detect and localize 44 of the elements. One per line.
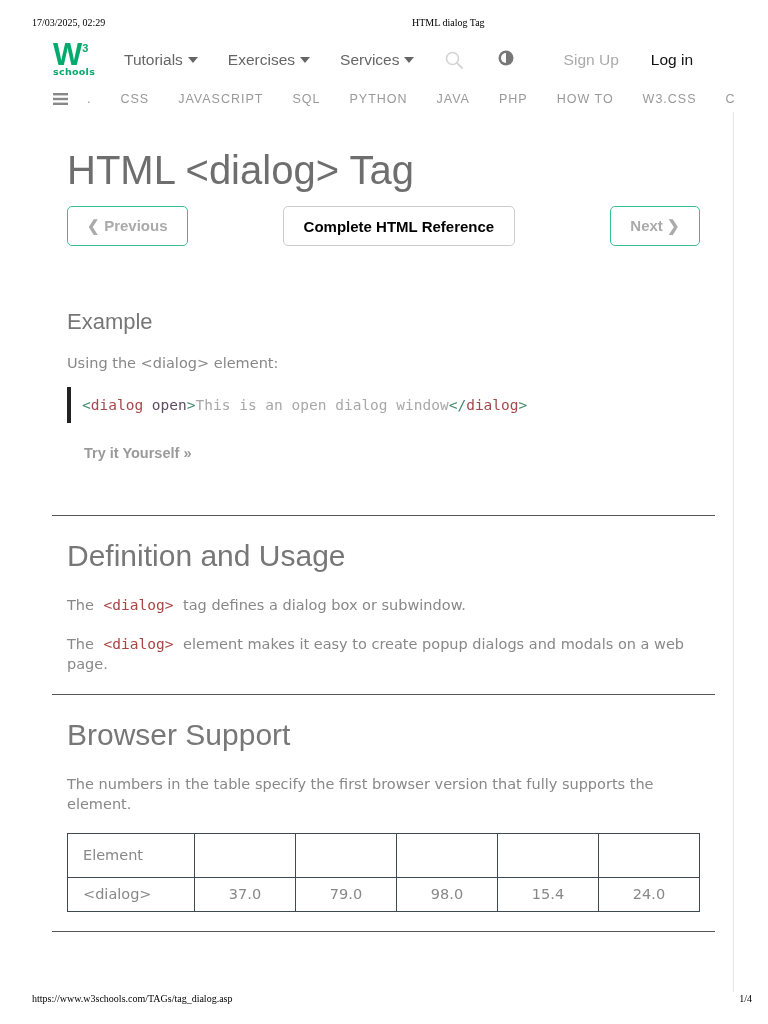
table-header-cell: Element xyxy=(67,833,195,877)
print-title: HTML dialog Tag xyxy=(412,16,486,30)
section-heading: Definition and Usage xyxy=(67,538,347,574)
reference-button[interactable]: Complete HTML Reference xyxy=(282,206,516,246)
topic-link[interactable]: JAVASCRIPT xyxy=(178,92,264,106)
log-in-link[interactable]: Log in xyxy=(650,51,693,69)
topic-link[interactable]: PHP xyxy=(498,92,528,106)
table-cell: 37.0 xyxy=(194,877,296,911)
caret-icon xyxy=(300,57,311,63)
section-heading: Example xyxy=(67,308,154,336)
previous-button[interactable]: ❮ Previous xyxy=(67,206,188,246)
contrast-icon[interactable] xyxy=(498,49,515,66)
page-number: 1/4 xyxy=(739,992,752,1006)
code-block: <dialog open>This is an open dialog window</dialog> xyxy=(67,387,700,423)
topic-link[interactable]: C xyxy=(725,92,736,106)
topic-link[interactable]: W3.CSS xyxy=(642,92,697,106)
try-it-link[interactable]: Try it Yourself » xyxy=(84,443,192,463)
page-title: HTML <dialog> Tag xyxy=(67,147,415,194)
table-cell: 24.0 xyxy=(598,877,700,911)
topic-link[interactable]: SQL xyxy=(292,92,321,106)
paragraph: The <dialog> tag defines a dialog box or subwindow. xyxy=(67,596,467,615)
table-cell: 15.4 xyxy=(497,877,599,911)
table-cell: <dialog> xyxy=(67,877,195,911)
topic-link[interactable]: CSS xyxy=(120,92,150,106)
topic-link[interactable]: PYTHON xyxy=(349,92,408,106)
table-cell: 79.0 xyxy=(295,877,397,911)
print-date: 17/03/2025, 02:29 xyxy=(32,16,107,30)
menu-icon[interactable] xyxy=(53,93,68,105)
intro-text: Using the <dialog> element: xyxy=(67,354,280,373)
paragraph: The <dialog> element makes it easy to create popup dialogs and modals on a web page. xyxy=(67,634,686,674)
nav-menu-button[interactable]: Exercises xyxy=(227,51,311,69)
table-cell: 98.0 xyxy=(396,877,498,911)
nav-menu-button[interactable]: Tutorials xyxy=(124,51,198,69)
sign-up-link[interactable]: Sign Up xyxy=(563,51,619,69)
caret-icon xyxy=(404,57,415,63)
next-button[interactable]: Next ❯ xyxy=(610,206,700,246)
topic-link[interactable]: HOW TO xyxy=(556,92,614,106)
nav-menu-button[interactable]: Services xyxy=(340,51,415,69)
topic-link[interactable]: . xyxy=(87,92,92,106)
paragraph: The numbers in the table specify the first browser version that fully supports the element. xyxy=(67,774,655,814)
page-url: https://www.w3schools.com/TAGs/tag_dialog.asp xyxy=(32,992,233,1006)
section-heading: Browser Support xyxy=(67,716,292,753)
caret-icon xyxy=(187,57,198,63)
topic-link[interactable]: JAVA xyxy=(436,92,470,106)
